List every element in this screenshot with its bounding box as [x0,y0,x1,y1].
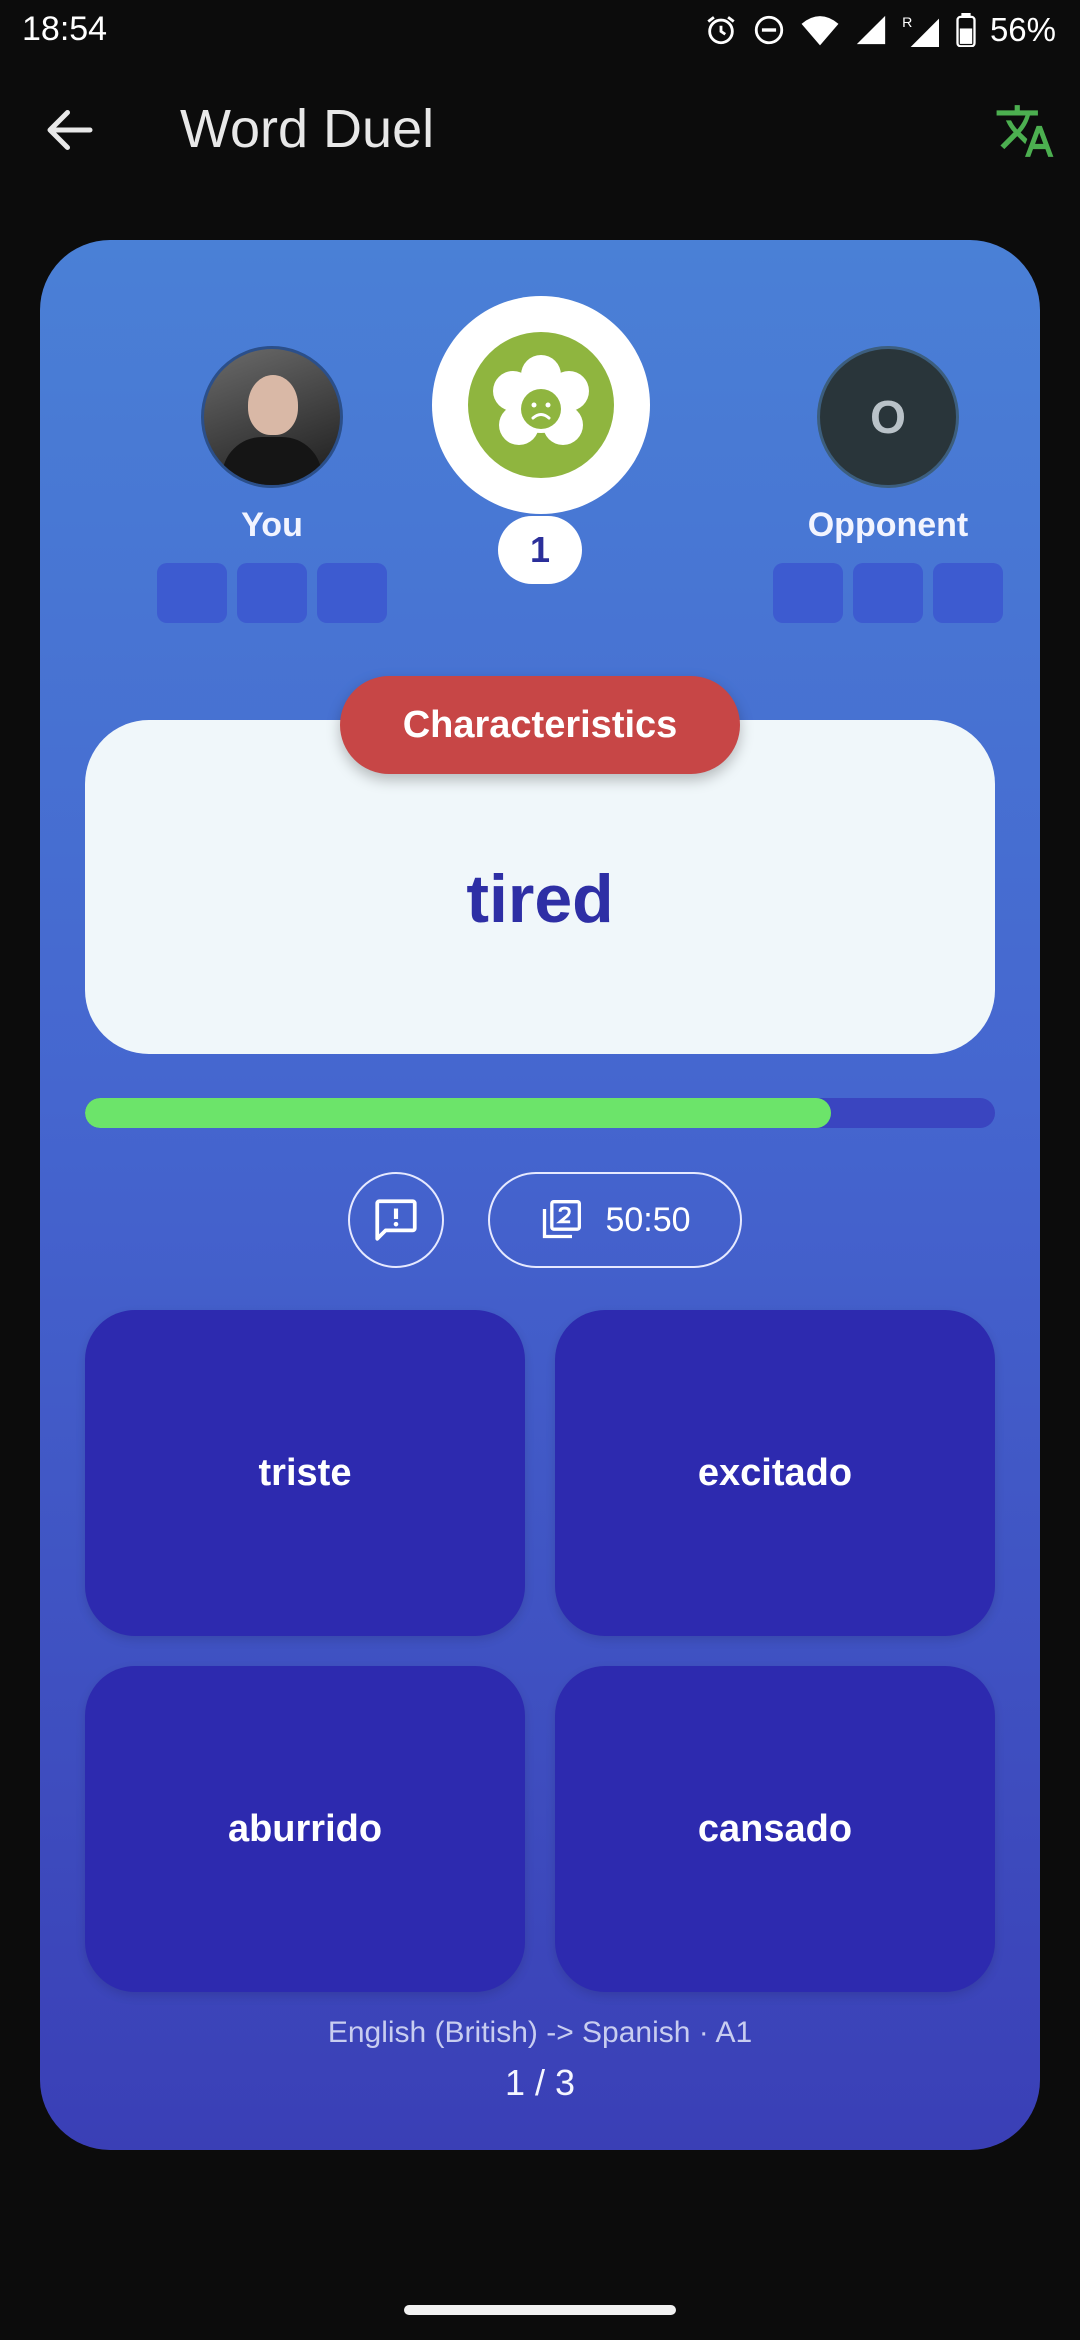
translate-icon [996,105,1054,157]
arrow-back-icon [47,110,93,150]
score-boxes [142,563,402,623]
signal-roaming-icon: R [902,15,939,47]
player-opponent: O Opponent [758,346,1018,623]
fifty-fifty-button[interactable]: 50:50 [488,1172,742,1268]
round-counter: 1 / 3 [504,2062,576,2103]
report-button[interactable] [348,1172,444,1268]
page-title: Word Duel [180,99,435,159]
player-name: You [241,506,303,544]
battery-percentage: 56% [989,11,1056,48]
category-badge: Characteristics [340,676,740,774]
timer-progress-fill [85,1098,832,1128]
round-emblem [432,296,650,514]
score-box [933,563,1003,623]
alarm-icon [707,16,735,45]
app-bar: Word Duel [0,70,1080,190]
battery-icon [956,13,976,47]
question-word: tired [466,861,614,937]
answer-option[interactable]: excitado [555,1310,995,1636]
score-box [853,563,923,623]
svg-text:R: R [902,15,912,31]
answer-option[interactable]: triste [85,1310,525,1636]
score-box [317,563,387,623]
avatar [201,346,343,488]
player-you: You [142,346,402,623]
timer-progress-bar [85,1098,995,1128]
back-button[interactable] [40,100,100,160]
emblem-inner [468,332,614,478]
filter-2-icon [543,1200,582,1239]
status-bar: 18:54 R 56% [0,0,1080,60]
wifi-icon [801,16,839,46]
language-pair: English (British) -> Spanish · A1 [327,2016,753,2049]
avatar: O [817,346,959,488]
score-boxes [758,563,1018,623]
player-name: Opponent [807,506,969,544]
status-icons: R 56% [704,10,1056,50]
score-box [157,563,227,623]
round-number-badge: 1 [498,516,582,584]
score-box [237,563,307,623]
do-not-disturb-icon [754,15,784,45]
sad-face-cloud-icon [493,355,589,445]
avatar-initial: O [870,391,906,443]
status-time: 18:54 [22,10,108,48]
score-box [773,563,843,623]
fifty-fifty-label: 50:50 [605,1200,691,1239]
home-indicator[interactable] [404,2305,676,2315]
signal-icon [856,15,886,45]
report-feedback-icon [375,1199,417,1241]
translate-button[interactable] [994,100,1056,162]
answer-option[interactable]: cansado [555,1666,995,1992]
duel-card: You 1 O Opponent tired Characteristics 5… [40,240,1040,2150]
answer-option[interactable]: aburrido [85,1666,525,1992]
